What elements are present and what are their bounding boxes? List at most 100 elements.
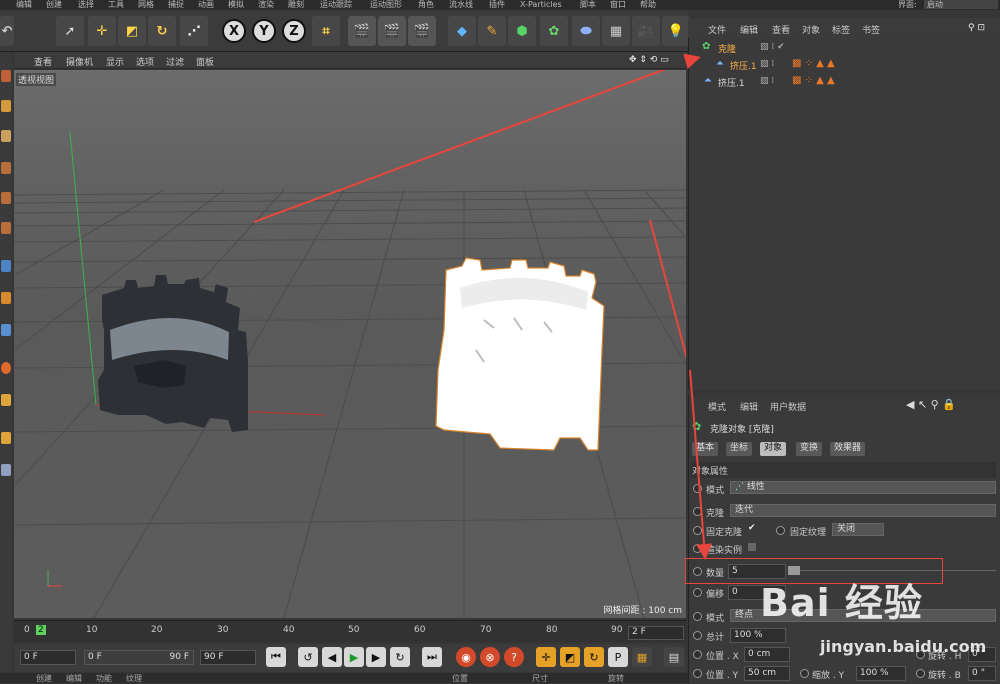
mograph-cloner-icon[interactable]: ✿: [540, 16, 568, 46]
object-name[interactable]: 克隆: [718, 42, 736, 55]
fix-texture-radio[interactable]: [776, 526, 785, 535]
key-pla-icon[interactable]: ▦: [632, 647, 652, 667]
fix-texture-dropdown[interactable]: 关闭: [832, 523, 884, 536]
material-menu-texture[interactable]: 纹理: [126, 673, 142, 684]
cube-icon[interactable]: ◆: [448, 16, 476, 46]
material-menu-create[interactable]: 创建: [36, 673, 52, 684]
viewport-menu-camera[interactable]: 摄像机: [66, 55, 93, 68]
lock-icon[interactable]: [1, 464, 11, 476]
next-frame-icon[interactable]: ▶: [366, 647, 386, 667]
viewport-menu-panel[interactable]: 面板: [196, 55, 214, 68]
om-menu-bookmarks[interactable]: 书签: [862, 23, 880, 36]
light-icon[interactable]: 💡: [662, 16, 690, 46]
object-row[interactable]: ⏶ 挤压.1 ▧ ⁞ ▩ ⁘ ▲ ▲: [688, 74, 1000, 89]
next-key-icon[interactable]: ↻: [390, 647, 410, 667]
key-parameter-icon[interactable]: P: [608, 647, 628, 667]
position-y-field[interactable]: 50 cm: [744, 666, 790, 681]
material-menu-function[interactable]: 功能: [96, 673, 112, 684]
menu-select[interactable]: 选择: [78, 0, 94, 9]
coordinate-system-icon[interactable]: ⌗: [312, 16, 340, 46]
z-axis-button[interactable]: Z: [282, 19, 306, 43]
om-menu-view[interactable]: 查看: [772, 23, 790, 36]
floor-icon[interactable]: ▦: [602, 16, 630, 46]
scale-icon[interactable]: ◩: [118, 16, 146, 46]
key-position-icon[interactable]: ✛: [536, 647, 556, 667]
menu-plugins[interactable]: 插件: [489, 0, 505, 9]
recent-tools-icon[interactable]: ⋰: [180, 16, 208, 46]
subdivision-icon[interactable]: ⬢: [508, 16, 536, 46]
tags-icon[interactable]: ▩ ⁘ ▲ ▲: [792, 75, 835, 86]
offset-radio[interactable]: [693, 588, 702, 597]
workplane-icon[interactable]: [1, 130, 11, 142]
key-help-icon[interactable]: ?: [504, 647, 524, 667]
perspective-viewport[interactable]: 透视视图 网格间距 : 100 cm: [14, 70, 686, 618]
am-nav-icons[interactable]: ◀ ↖ ⚲ 🔒: [906, 398, 956, 411]
fix-clone-radio[interactable]: [693, 526, 702, 535]
mode2-radio[interactable]: [693, 612, 702, 621]
tab-basic[interactable]: 基本: [692, 442, 719, 456]
visibility-icons[interactable]: ▧ ⁞: [760, 76, 774, 86]
visibility-icons[interactable]: ▧ ⁞ ✔: [760, 42, 785, 52]
goto-end-icon[interactable]: ⏭: [422, 647, 442, 667]
camera-icon[interactable]: 🎥: [632, 16, 660, 46]
object-row[interactable]: ⏶ 挤压.1 ▧ ⁞ ▩ ⁘ ▲ ▲: [688, 57, 1000, 72]
render-view-icon[interactable]: 🎬: [348, 16, 376, 46]
render-instances-checkbox[interactable]: [748, 543, 756, 551]
undo-icon[interactable]: ↶: [0, 16, 14, 46]
menu-motion-tracking[interactable]: 运动跟踪: [320, 0, 352, 9]
key-rotation-icon[interactable]: ↻: [584, 647, 604, 667]
menu-xparticles[interactable]: X-Particles: [520, 0, 562, 9]
prev-key-icon[interactable]: ↺: [298, 647, 318, 667]
auto-key-icon[interactable]: ⊗: [480, 647, 500, 667]
menu-sculpt[interactable]: 雕刻: [288, 0, 304, 9]
menu-mograph[interactable]: 运动图形: [370, 0, 402, 9]
deformer-icon[interactable]: ⬬: [572, 16, 600, 46]
tab-object[interactable]: 对象: [760, 442, 787, 456]
polygons-mode-icon[interactable]: [1, 222, 11, 234]
tab-effectors[interactable]: 效果器: [830, 442, 866, 456]
viewport-menu-options[interactable]: 选项: [136, 55, 154, 68]
rotation-b-radio[interactable]: [916, 669, 925, 678]
axis-mode-icon[interactable]: [1, 260, 11, 272]
mode-radio[interactable]: [693, 484, 702, 493]
menu-animate[interactable]: 动画: [198, 0, 214, 9]
tweak-mode-icon[interactable]: [1, 292, 11, 304]
am-menu-userdata[interactable]: 用户数据: [770, 400, 806, 413]
timeline-window-icon[interactable]: ▤: [664, 647, 684, 667]
prev-frame-icon[interactable]: ◀: [322, 647, 342, 667]
render-picture-viewer-icon[interactable]: 🎬: [378, 16, 406, 46]
sculpt-icon[interactable]: [1, 362, 11, 374]
menu-character[interactable]: 角色: [418, 0, 434, 9]
end-frame-field[interactable]: 90 F: [200, 650, 256, 665]
preview-range-slider[interactable]: 0 F 90 F: [84, 650, 194, 665]
play-icon[interactable]: ▶: [344, 647, 364, 667]
render-settings-icon[interactable]: 🎬: [408, 16, 436, 46]
timeline[interactable]: 0 2 10 20 30 40 50 60 70 80 90: [14, 620, 686, 642]
menu-help[interactable]: 帮助: [640, 0, 656, 9]
am-menu-mode[interactable]: 模式: [708, 400, 726, 413]
snap-icon[interactable]: [1, 324, 11, 336]
quantize-icon[interactable]: [1, 432, 11, 444]
om-menu-tags[interactable]: 标签: [832, 23, 850, 36]
menu-render[interactable]: 渲染: [258, 0, 274, 9]
viewport-menu-filter[interactable]: 过滤: [166, 55, 184, 68]
edges-mode-icon[interactable]: [1, 192, 11, 204]
current-frame-field[interactable]: 2 F: [628, 626, 684, 640]
menu-edit[interactable]: 编辑: [16, 0, 32, 9]
om-menu-file[interactable]: 文件: [708, 23, 726, 36]
viewport-menu-view[interactable]: 查看: [34, 55, 52, 68]
menu-pipeline[interactable]: 流水线: [449, 0, 473, 9]
points-mode-icon[interactable]: [1, 162, 11, 174]
grid-snap-icon[interactable]: [1, 394, 11, 406]
menu-tools[interactable]: 工具: [108, 0, 124, 9]
timeline-playhead[interactable]: 2: [36, 625, 46, 635]
render-instances-radio[interactable]: [693, 544, 702, 553]
om-menu-object[interactable]: 对象: [802, 23, 820, 36]
material-menu-edit[interactable]: 编辑: [66, 673, 82, 684]
key-scale-icon[interactable]: ◩: [560, 647, 580, 667]
fix-clone-checkbox[interactable]: ✔: [748, 523, 756, 533]
total-radio[interactable]: [693, 631, 702, 640]
menu-window[interactable]: 窗口: [610, 0, 626, 9]
rotate-icon[interactable]: ↻: [148, 16, 176, 46]
position-x-field[interactable]: 0 cm: [744, 647, 790, 662]
